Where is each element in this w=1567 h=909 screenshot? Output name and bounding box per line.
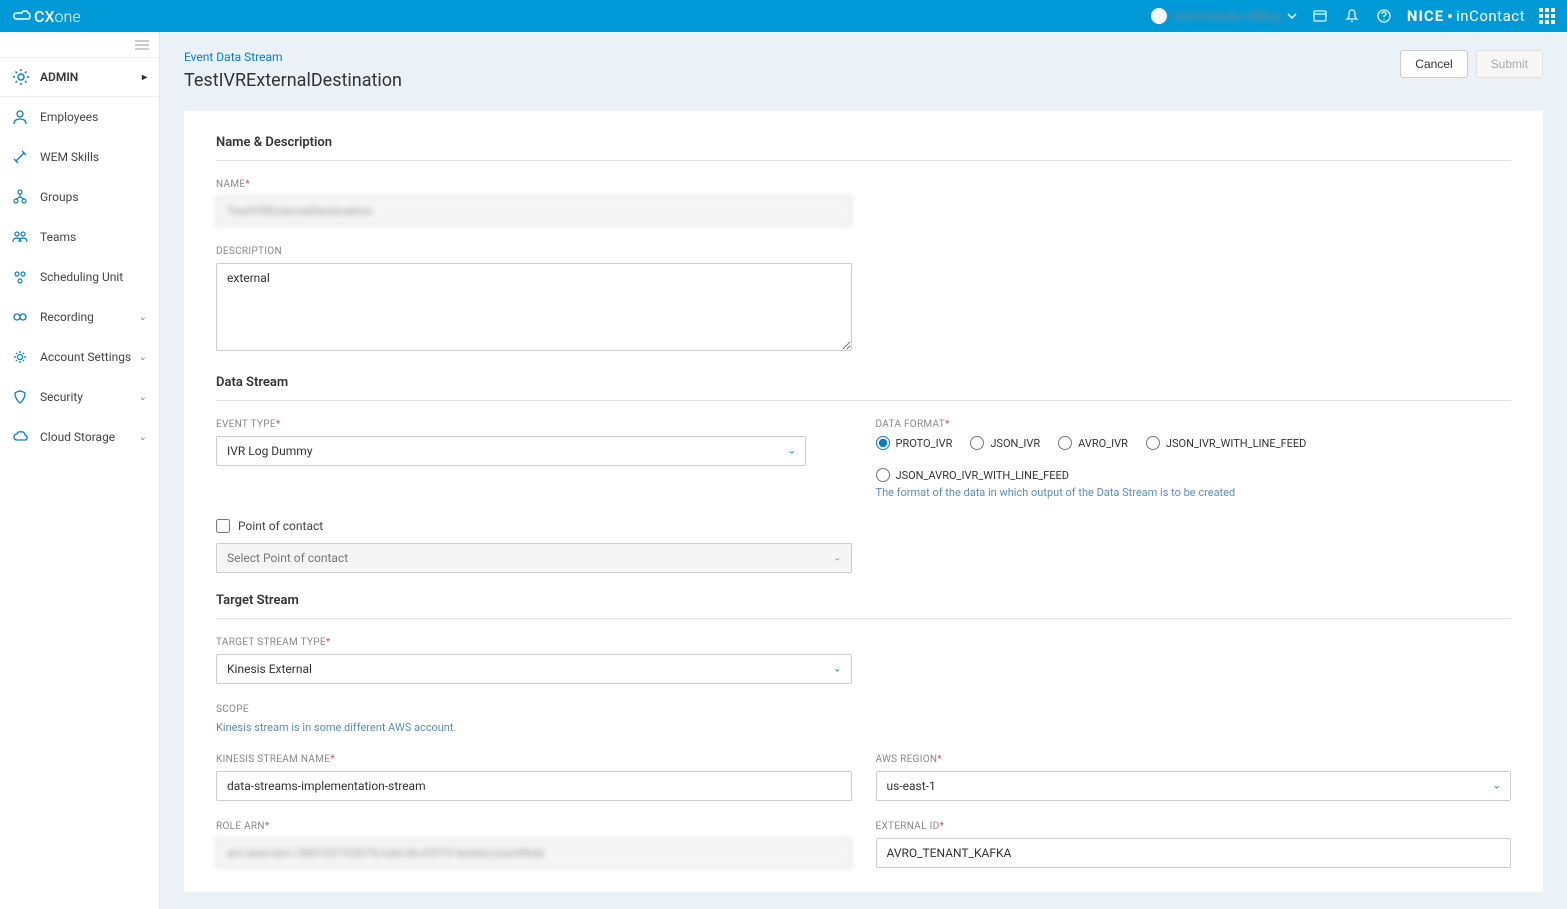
name-input	[216, 196, 852, 226]
app-launcher-icon[interactable]	[1539, 8, 1555, 24]
sidebar-item-employees[interactable]: Employees	[0, 97, 159, 137]
gear-icon	[12, 68, 30, 86]
avatar	[1151, 8, 1167, 24]
tools-icon	[12, 149, 30, 165]
cloud-icon	[12, 429, 30, 445]
role-arn-label: ROLE ARN*	[216, 821, 852, 832]
submit-button: Submit	[1476, 50, 1543, 78]
calendar-icon	[12, 269, 30, 285]
sidebar-item-teams[interactable]: Teams	[0, 217, 159, 257]
tree-icon	[12, 189, 30, 205]
user-icon	[12, 109, 30, 125]
sidebar-item-scheduling[interactable]: Scheduling Unit	[0, 257, 159, 297]
user-name-label: Administrator Billing	[1173, 9, 1281, 23]
data-format-radio-group: PROTO_IVR JSON_IVR AVRO_IVR JSON_IVR_WIT…	[876, 436, 1512, 482]
sidebar-collapse-toggle[interactable]	[0, 32, 159, 58]
sidebar-item-label: Account Settings	[40, 350, 131, 364]
sidebar-item-account-settings[interactable]: Account Settings ⌄	[0, 337, 159, 377]
team-icon	[12, 229, 30, 245]
radio-avro-ivr[interactable]: AVRO_IVR	[1058, 436, 1128, 450]
breadcrumb[interactable]: Event Data Stream	[184, 50, 402, 64]
radio-json-ivr[interactable]: JSON_IVR	[970, 436, 1040, 450]
radio-json-avro-ivr-linefeed[interactable]: JSON_AVRO_IVR_WITH_LINE_FEED	[876, 468, 1070, 482]
brand-label: NICE inContact	[1407, 7, 1525, 25]
chevron-down-icon: ⌄	[139, 352, 147, 363]
radio-json-ivr-linefeed[interactable]: JSON_IVR_WITH_LINE_FEED	[1146, 436, 1306, 450]
scope-help: Kinesis stream is in some different AWS …	[216, 721, 1511, 734]
event-type-select[interactable]: IVR Log Dummy	[216, 436, 806, 466]
aws-region-select[interactable]: us-east-1	[876, 771, 1512, 801]
target-type-select[interactable]: Kinesis External	[216, 654, 852, 684]
poc-select: Select Point of contact	[216, 543, 852, 573]
help-icon[interactable]	[1375, 7, 1393, 25]
aws-region-label: AWS REGION*	[876, 754, 1512, 765]
user-menu[interactable]: Administrator Billing	[1151, 8, 1297, 24]
role-arn-input	[216, 838, 852, 868]
data-format-label: DATA FORMAT*	[876, 419, 1512, 430]
bell-icon[interactable]	[1343, 7, 1361, 25]
sidebar-item-label: Cloud Storage	[40, 430, 115, 444]
main-content: Event Data Stream TestIVRExternalDestina…	[160, 32, 1567, 909]
shield-icon	[12, 389, 30, 405]
card-icon[interactable]	[1311, 7, 1329, 25]
poc-checkbox[interactable]	[216, 519, 230, 533]
topbar: CXone Administrator Billing NICE inConta…	[0, 0, 1567, 32]
kinesis-name-input[interactable]	[216, 771, 852, 801]
product-logo[interactable]: CXone	[12, 7, 81, 26]
data-format-help: The format of the data in which output o…	[876, 486, 1512, 499]
sidebar-item-recording[interactable]: Recording ⌄	[0, 297, 159, 337]
external-id-label: EXTERNAL ID*	[876, 821, 1512, 832]
section-header-target-stream: Target Stream	[216, 593, 1511, 619]
chevron-down-icon	[1287, 11, 1297, 21]
sidebar-item-label: Employees	[40, 110, 98, 124]
poc-checkbox-label: Point of contact	[238, 519, 323, 533]
sidebar-section-admin[interactable]: ADMIN ▸	[0, 58, 159, 97]
sidebar-item-groups[interactable]: Groups	[0, 177, 159, 217]
chevron-down-icon: ⌄	[139, 432, 147, 443]
sidebar-item-label: WEM Skills	[40, 150, 99, 164]
section-header-data-stream: Data Stream	[216, 375, 1511, 401]
sidebar-item-label: Teams	[40, 230, 76, 244]
collapse-icon	[135, 40, 149, 50]
sidebar-item-label: Groups	[40, 190, 79, 204]
sidebar-item-label: Security	[40, 390, 83, 404]
sidebar-title-label: ADMIN	[40, 70, 78, 84]
cancel-button[interactable]: Cancel	[1400, 50, 1467, 78]
sidebar-item-wem-skills[interactable]: WEM Skills	[0, 137, 159, 177]
sidebar-item-cloud-storage[interactable]: Cloud Storage ⌄	[0, 417, 159, 457]
sidebar-item-security[interactable]: Security ⌄	[0, 377, 159, 417]
chevron-down-icon: ⌄	[139, 392, 147, 403]
sidebar: ADMIN ▸ Employees WEM Skills Groups Team…	[0, 32, 160, 909]
radio-proto-ivr[interactable]: PROTO_IVR	[876, 436, 953, 450]
recording-icon	[12, 309, 30, 325]
cog-icon	[12, 349, 30, 365]
event-type-label: EVENT TYPE*	[216, 419, 852, 430]
description-label: DESCRIPTION	[216, 246, 852, 257]
description-textarea[interactable]: external	[216, 263, 852, 351]
chevron-down-icon: ⌄	[139, 312, 147, 323]
caret-right-icon: ▸	[142, 72, 147, 83]
external-id-input[interactable]	[876, 838, 1512, 868]
scope-label: SCOPE	[216, 704, 1511, 715]
sidebar-item-label: Scheduling Unit	[40, 270, 123, 284]
sidebar-item-label: Recording	[40, 310, 94, 324]
kinesis-name-label: KINESIS STREAM NAME*	[216, 754, 852, 765]
section-header-name-desc: Name & Description	[216, 135, 1511, 161]
name-label: NAME*	[216, 179, 852, 190]
target-type-label: TARGET STREAM TYPE*	[216, 637, 852, 648]
page-title: TestIVRExternalDestination	[184, 70, 402, 91]
